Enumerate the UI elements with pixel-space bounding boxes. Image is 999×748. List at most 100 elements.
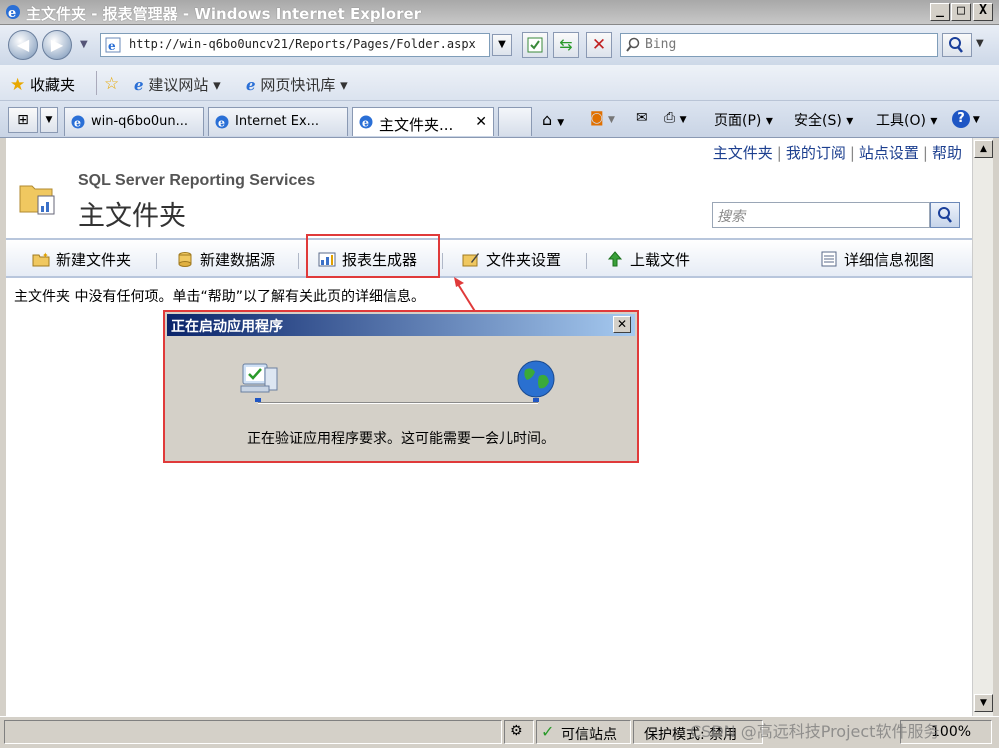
url-text: http://win-q6bo0uncv21/Reports/Pages/Fol… <box>129 37 476 51</box>
quick-tabs-button[interactable]: ⊞ <box>8 107 38 133</box>
launching-application-dialog: 正在启动应用程序 ✕ 正在验证应用程序要求。这可能需要一会儿时间。 <box>163 310 639 463</box>
magnifier-icon <box>938 207 952 223</box>
refresh-icon: ⇆ <box>559 35 573 54</box>
tab-3-active[interactable]: e 主文件夹... ✕ <box>352 107 494 136</box>
ie-tab-icon: e <box>215 115 229 130</box>
bing-search-input[interactable]: Bing <box>620 33 938 57</box>
dialog-close-button[interactable]: ✕ <box>613 316 631 333</box>
upload-file-label: 上载文件 <box>630 251 691 269</box>
folder-settings-label: 文件夹设置 <box>486 251 562 269</box>
help-icon: ? <box>952 110 970 128</box>
content-search-button[interactable] <box>930 202 960 228</box>
feeds-button[interactable]: ◙ ▼ <box>590 110 615 126</box>
printer-icon: ⎙ <box>664 110 676 126</box>
product-title: SQL Server Reporting Services <box>78 172 316 189</box>
new-folder-button[interactable]: ✦ 新建文件夹 <box>32 249 131 270</box>
favorites-bar: ★ 收藏夹 ☆ ℯ 建议网站 ▾ ℯ 网页快讯库 ▾ <box>0 65 999 101</box>
toolbar-divider <box>586 253 587 269</box>
address-row: ◀ ▶ ▼ e http://win-q6bo0uncv21/Reports/P… <box>0 25 999 65</box>
history-dropdown-icon[interactable]: ▼ <box>80 39 88 50</box>
page-menu[interactable]: 页面(P) ▾ <box>714 110 773 130</box>
site-settings-link[interactable]: 站点设置 <box>859 144 919 162</box>
watermark-text: CSDN @高远科技Project软件服务 <box>690 722 940 741</box>
home-icon: ⌂ <box>542 110 553 129</box>
content-search-input[interactable]: 搜索 <box>712 202 930 228</box>
help-button[interactable]: ? ▼ <box>952 110 980 128</box>
search-go-button[interactable] <box>942 33 972 57</box>
vertical-scrollbar[interactable]: ▲ ▼ <box>972 138 993 716</box>
stop-icon: ✕ <box>591 35 607 55</box>
home-link[interactable]: 主文件夹 <box>713 144 773 162</box>
scroll-up-button[interactable]: ▲ <box>974 140 993 158</box>
toolbar-divider <box>442 253 443 269</box>
web-slice-gallery-link[interactable]: ℯ 网页快讯库 ▾ <box>246 74 348 95</box>
svg-text:e: e <box>8 6 16 21</box>
close-tab-icon[interactable]: ✕ <box>475 114 487 130</box>
svg-text:e: e <box>74 117 81 130</box>
zone-field[interactable]: ✓ 可信站点 <box>536 720 631 744</box>
help-link[interactable]: 帮助 <box>932 144 962 162</box>
search-options-icon[interactable]: ▼ <box>976 38 984 49</box>
web-slice-gallery-label: 网页快讯库 ▾ <box>260 76 348 94</box>
tab-1[interactable]: e win-q6bo0un... <box>64 107 204 136</box>
new-datasource-button[interactable]: 新建数据源 <box>176 249 275 270</box>
mail-button[interactable]: ✉ <box>636 110 648 126</box>
favbar-divider <box>96 71 97 95</box>
dialog-title: 正在启动应用程序 <box>171 319 283 335</box>
favorites-label: 收藏夹 <box>30 76 76 94</box>
add-favorite-button[interactable]: ☆ <box>104 74 119 94</box>
folder-report-icon <box>19 185 55 215</box>
refresh-button[interactable]: ⇆ <box>553 32 579 58</box>
stop-button[interactable]: ✕ <box>586 32 612 58</box>
add-favorite-icon: ☆ <box>104 74 120 94</box>
dialog-message: 正在验证应用程序要求。这可能需要一会儿时间。 <box>247 431 555 447</box>
back-button[interactable]: ◀ <box>8 30 38 60</box>
home-button[interactable]: ⌂ ▼ <box>542 110 564 129</box>
favorites-button[interactable]: ★ 收藏夹 <box>10 74 75 95</box>
address-dropdown-button[interactable]: ▼ <box>492 34 512 56</box>
svg-text:✦: ✦ <box>42 251 49 260</box>
close-button[interactable]: X <box>973 3 993 21</box>
tab-list-button[interactable]: ▼ <box>40 107 58 133</box>
folder-settings-button[interactable]: 文件夹设置 <box>462 249 561 270</box>
computer-check-icon <box>240 363 278 402</box>
new-tab-button[interactable] <box>498 107 532 136</box>
address-input[interactable]: e http://win-q6bo0uncv21/Reports/Pages/F… <box>100 33 490 57</box>
mail-icon: ✉ <box>636 110 648 126</box>
details-view-icon <box>821 251 837 267</box>
magnifier-icon <box>949 37 963 53</box>
new-folder-label: 新建文件夹 <box>56 251 132 269</box>
suggested-sites-link[interactable]: ℯ 建议网站 ▾ <box>134 74 221 95</box>
tab-3-label: 主文件夹... <box>379 116 454 134</box>
maximize-button[interactable]: □ <box>951 3 971 21</box>
suggested-sites-label: 建议网站 ▾ <box>148 76 221 94</box>
status-text-field <box>4 720 502 744</box>
upload-file-button[interactable]: 上载文件 <box>606 249 690 270</box>
report-manager-toolbar: ✦ 新建文件夹 新建数据源 报表生成器 文件夹设置 上载文件 详细信息视图 <box>6 238 972 278</box>
scroll-down-button[interactable]: ▼ <box>974 694 993 712</box>
safety-menu[interactable]: 安全(S) ▾ <box>794 110 853 130</box>
folder-settings-icon <box>462 253 479 267</box>
globe-icon <box>517 360 555 402</box>
dialog-titlebar: 正在启动应用程序 ✕ <box>167 314 635 336</box>
page-icon: e <box>105 37 121 53</box>
forward-button[interactable]: ▶ <box>42 30 72 60</box>
print-button[interactable]: ⎙ ▼ <box>664 110 687 126</box>
tab-2[interactable]: e Internet Ex... <box>208 107 348 136</box>
tools-menu[interactable]: 工具(O) ▾ <box>876 110 937 130</box>
svg-text:e: e <box>108 39 116 53</box>
ie-page-icon: ℯ <box>134 76 144 94</box>
my-subscriptions-link[interactable]: 我的订阅 <box>786 144 846 162</box>
window-titlebar: e 主文件夹 - 报表管理器 - Windows Internet Explor… <box>0 0 999 25</box>
compat-view-button[interactable] <box>522 32 548 58</box>
quick-tabs-icon: ⊞ <box>17 112 29 128</box>
minimize-button[interactable]: _ <box>930 3 950 21</box>
rss-icon: ◙ <box>590 110 604 126</box>
status-icon-field: ⚙ <box>504 720 534 744</box>
bing-search-icon <box>626 37 640 52</box>
report-builder-highlight <box>306 234 440 278</box>
details-view-button[interactable]: 详细信息视图 <box>820 249 934 270</box>
svg-text:e: e <box>362 117 369 130</box>
zone-label: 可信站点 <box>561 727 617 743</box>
upload-arrow-icon <box>607 251 623 267</box>
